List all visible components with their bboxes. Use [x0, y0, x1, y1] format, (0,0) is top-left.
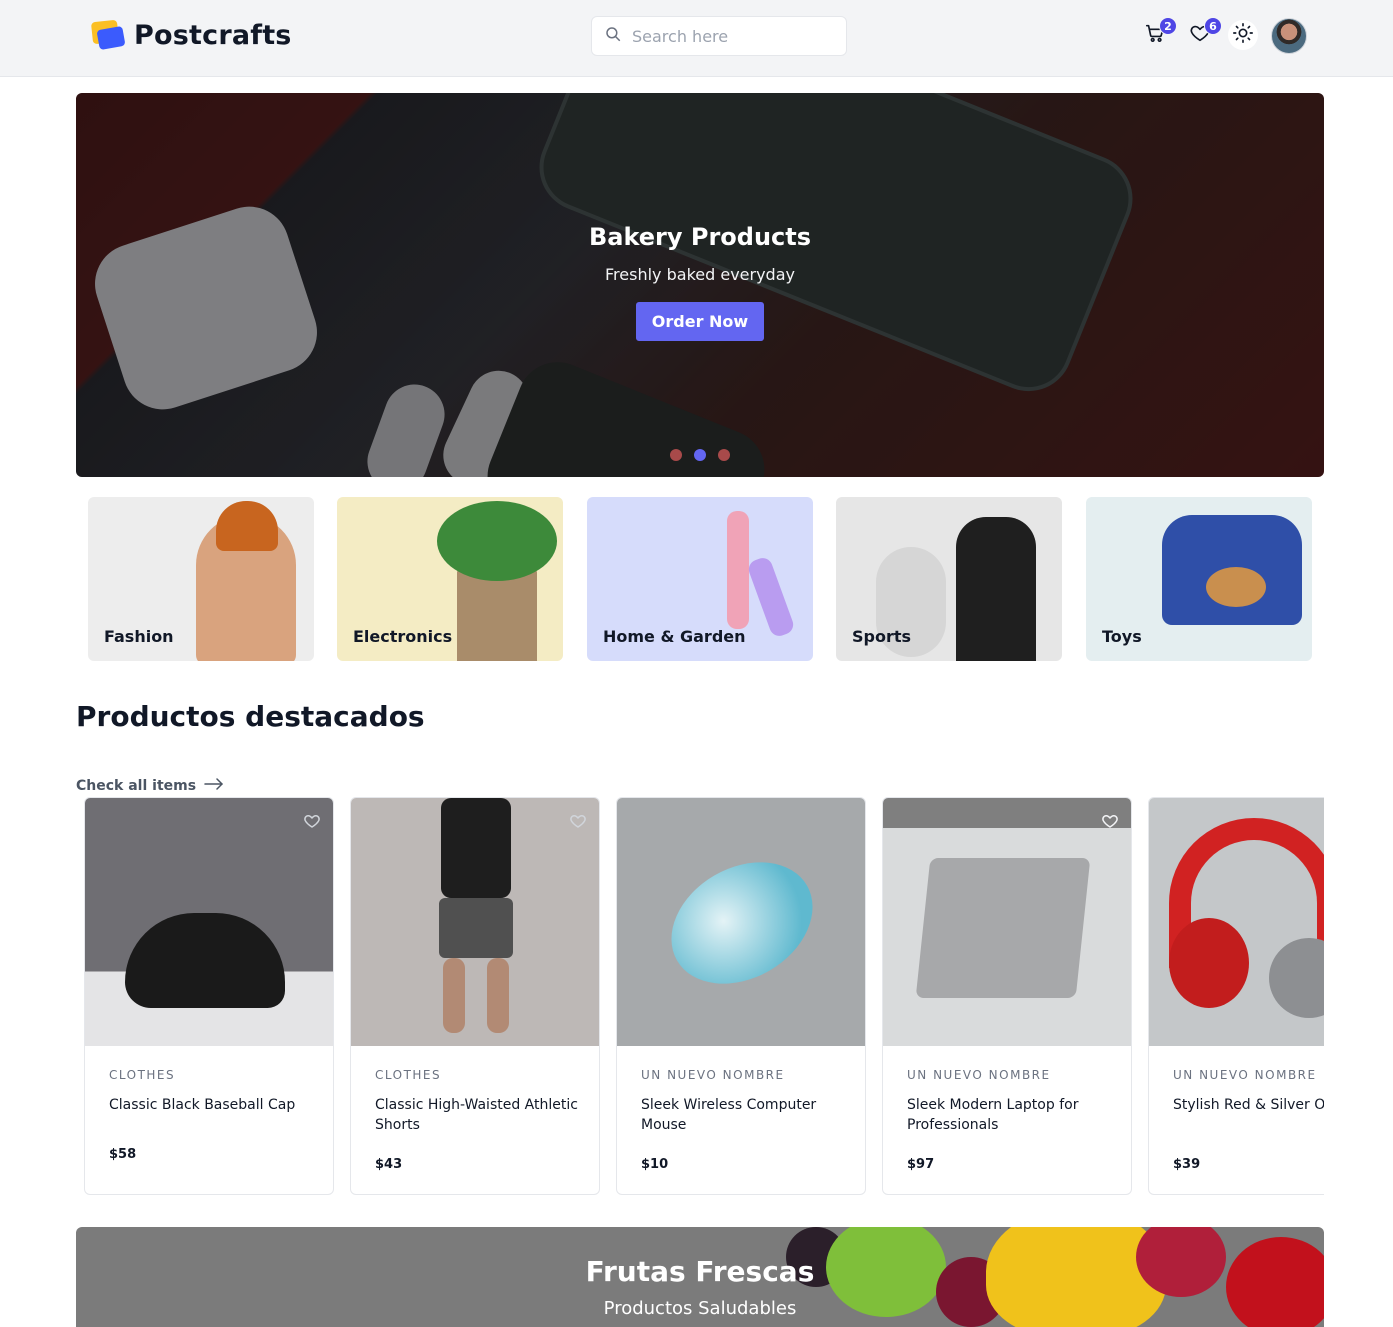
category-image-lipgloss — [746, 555, 796, 639]
check-all-items-link[interactable]: Check all items — [76, 778, 224, 794]
category-image-plant — [437, 501, 557, 581]
theme-toggle-button[interactable] — [1228, 20, 1258, 50]
wishlist-heart-icon[interactable] — [303, 812, 321, 830]
section-title: Productos destacados — [76, 700, 425, 733]
product-category: Clothes — [109, 1068, 176, 1082]
promo-banner: Frutas Frescas Productos Saludables — [76, 1227, 1324, 1327]
product-category: Un nuevo nombre — [907, 1068, 1051, 1082]
product-image — [351, 798, 599, 1046]
product-name[interactable]: Classic High-Waisted Athletic Shorts — [375, 1095, 590, 1135]
product-name[interactable]: Sleek Modern Laptop for Professionals — [907, 1095, 1122, 1135]
brand-logo[interactable]: Postcrafts — [90, 18, 292, 52]
product-category: Un nuevo nombre — [641, 1068, 785, 1082]
cart-count-badge: 2 — [1159, 17, 1177, 35]
search-input[interactable] — [632, 26, 832, 46]
sun-icon — [1232, 22, 1254, 48]
wishlist-button[interactable]: 6 — [1185, 17, 1222, 50]
wishlist-heart-icon[interactable] — [569, 812, 587, 830]
order-now-button[interactable]: Order Now — [635, 302, 765, 341]
category-image-dog — [1206, 567, 1266, 607]
leg-shape — [487, 958, 509, 1033]
shirt-shape — [441, 798, 511, 898]
check-all-label: Check all items — [76, 778, 197, 794]
product-name[interactable]: Classic Black Baseball Cap — [109, 1095, 324, 1115]
carousel-dot[interactable] — [670, 449, 682, 461]
category-label: Sports — [852, 627, 912, 646]
product-image — [85, 798, 333, 1046]
product-card[interactable]: Clothes Classic Black Baseball Cap $58 — [84, 797, 334, 1195]
logo-mark-icon — [90, 18, 126, 52]
wishlist-heart-icon[interactable] — [1101, 812, 1119, 830]
headphone-cup — [1169, 918, 1249, 1008]
cap-shape — [125, 913, 285, 1008]
wishlist-count-badge: 6 — [1204, 17, 1222, 35]
product-card[interactable]: Un nuevo nombre Sleek Modern Laptop for … — [882, 797, 1132, 1195]
category-label: Home & Garden — [603, 627, 746, 646]
product-card[interactable]: Clothes Classic High-Waisted Athletic Sh… — [350, 797, 600, 1195]
product-name[interactable]: Sleek Wireless Computer Mouse — [641, 1095, 856, 1135]
category-card-electronics[interactable]: Electronics — [337, 497, 563, 661]
product-category: Un nuevo nombre — [1173, 1068, 1317, 1082]
category-card-sports[interactable]: Sports — [836, 497, 1062, 661]
product-card[interactable]: Un nuevo nombre Sleek Wireless Computer … — [616, 797, 866, 1195]
carousel-dots — [670, 449, 730, 461]
category-label: Electronics — [353, 627, 453, 646]
product-price: $97 — [907, 1157, 935, 1172]
category-card-fashion[interactable]: Fashion — [88, 497, 314, 661]
product-image — [883, 798, 1131, 1046]
search-box — [591, 16, 847, 56]
product-price: $10 — [641, 1157, 669, 1172]
category-label: Fashion — [104, 627, 174, 646]
product-image — [1149, 798, 1324, 1046]
carousel-dot[interactable] — [718, 449, 730, 461]
user-avatar[interactable] — [1271, 18, 1307, 54]
product-price: $58 — [109, 1147, 137, 1162]
product-carousel: Clothes Classic Black Baseball Cap $58 C… — [84, 797, 1324, 1197]
product-name[interactable]: Stylish Red & Silver Over-Ear Headphones — [1173, 1095, 1324, 1115]
category-image-lipgloss — [727, 511, 749, 629]
product-price: $39 — [1173, 1157, 1201, 1172]
hero-banner: Bakery Products Freshly baked everyday O… — [76, 93, 1324, 477]
category-label: Toys — [1102, 627, 1142, 646]
mouse-shape — [649, 837, 835, 1009]
product-image — [617, 798, 865, 1046]
category-image-pot — [457, 567, 537, 661]
top-header: Postcrafts 2 6 — [0, 0, 1393, 77]
hero-content: Bakery Products Freshly baked everyday O… — [76, 223, 1324, 341]
product-card[interactable]: Un nuevo nombre Stylish Red & Silver Ove… — [1148, 797, 1324, 1195]
category-image-person — [956, 517, 1036, 661]
search-icon — [604, 25, 622, 47]
shorts-shape — [439, 898, 513, 958]
carousel-dot-active[interactable] — [694, 449, 706, 461]
category-image-hat — [216, 501, 278, 551]
brand-name: Postcrafts — [134, 19, 292, 51]
hero-subtitle: Freshly baked everyday — [605, 265, 795, 284]
product-category: Clothes — [375, 1068, 442, 1082]
category-card-home-garden[interactable]: Home & Garden — [587, 497, 813, 661]
promo-title: Frutas Frescas — [585, 1255, 815, 1288]
category-card-toys[interactable]: Toys — [1086, 497, 1312, 661]
product-price: $43 — [375, 1157, 403, 1172]
cart-button[interactable]: 2 — [1140, 17, 1177, 50]
leg-shape — [443, 958, 465, 1033]
hero-title: Bakery Products — [588, 223, 812, 251]
promo-subtitle: Productos Saludables — [603, 1298, 797, 1319]
laptop-shape — [915, 858, 1091, 998]
arrow-right-icon — [204, 778, 224, 794]
